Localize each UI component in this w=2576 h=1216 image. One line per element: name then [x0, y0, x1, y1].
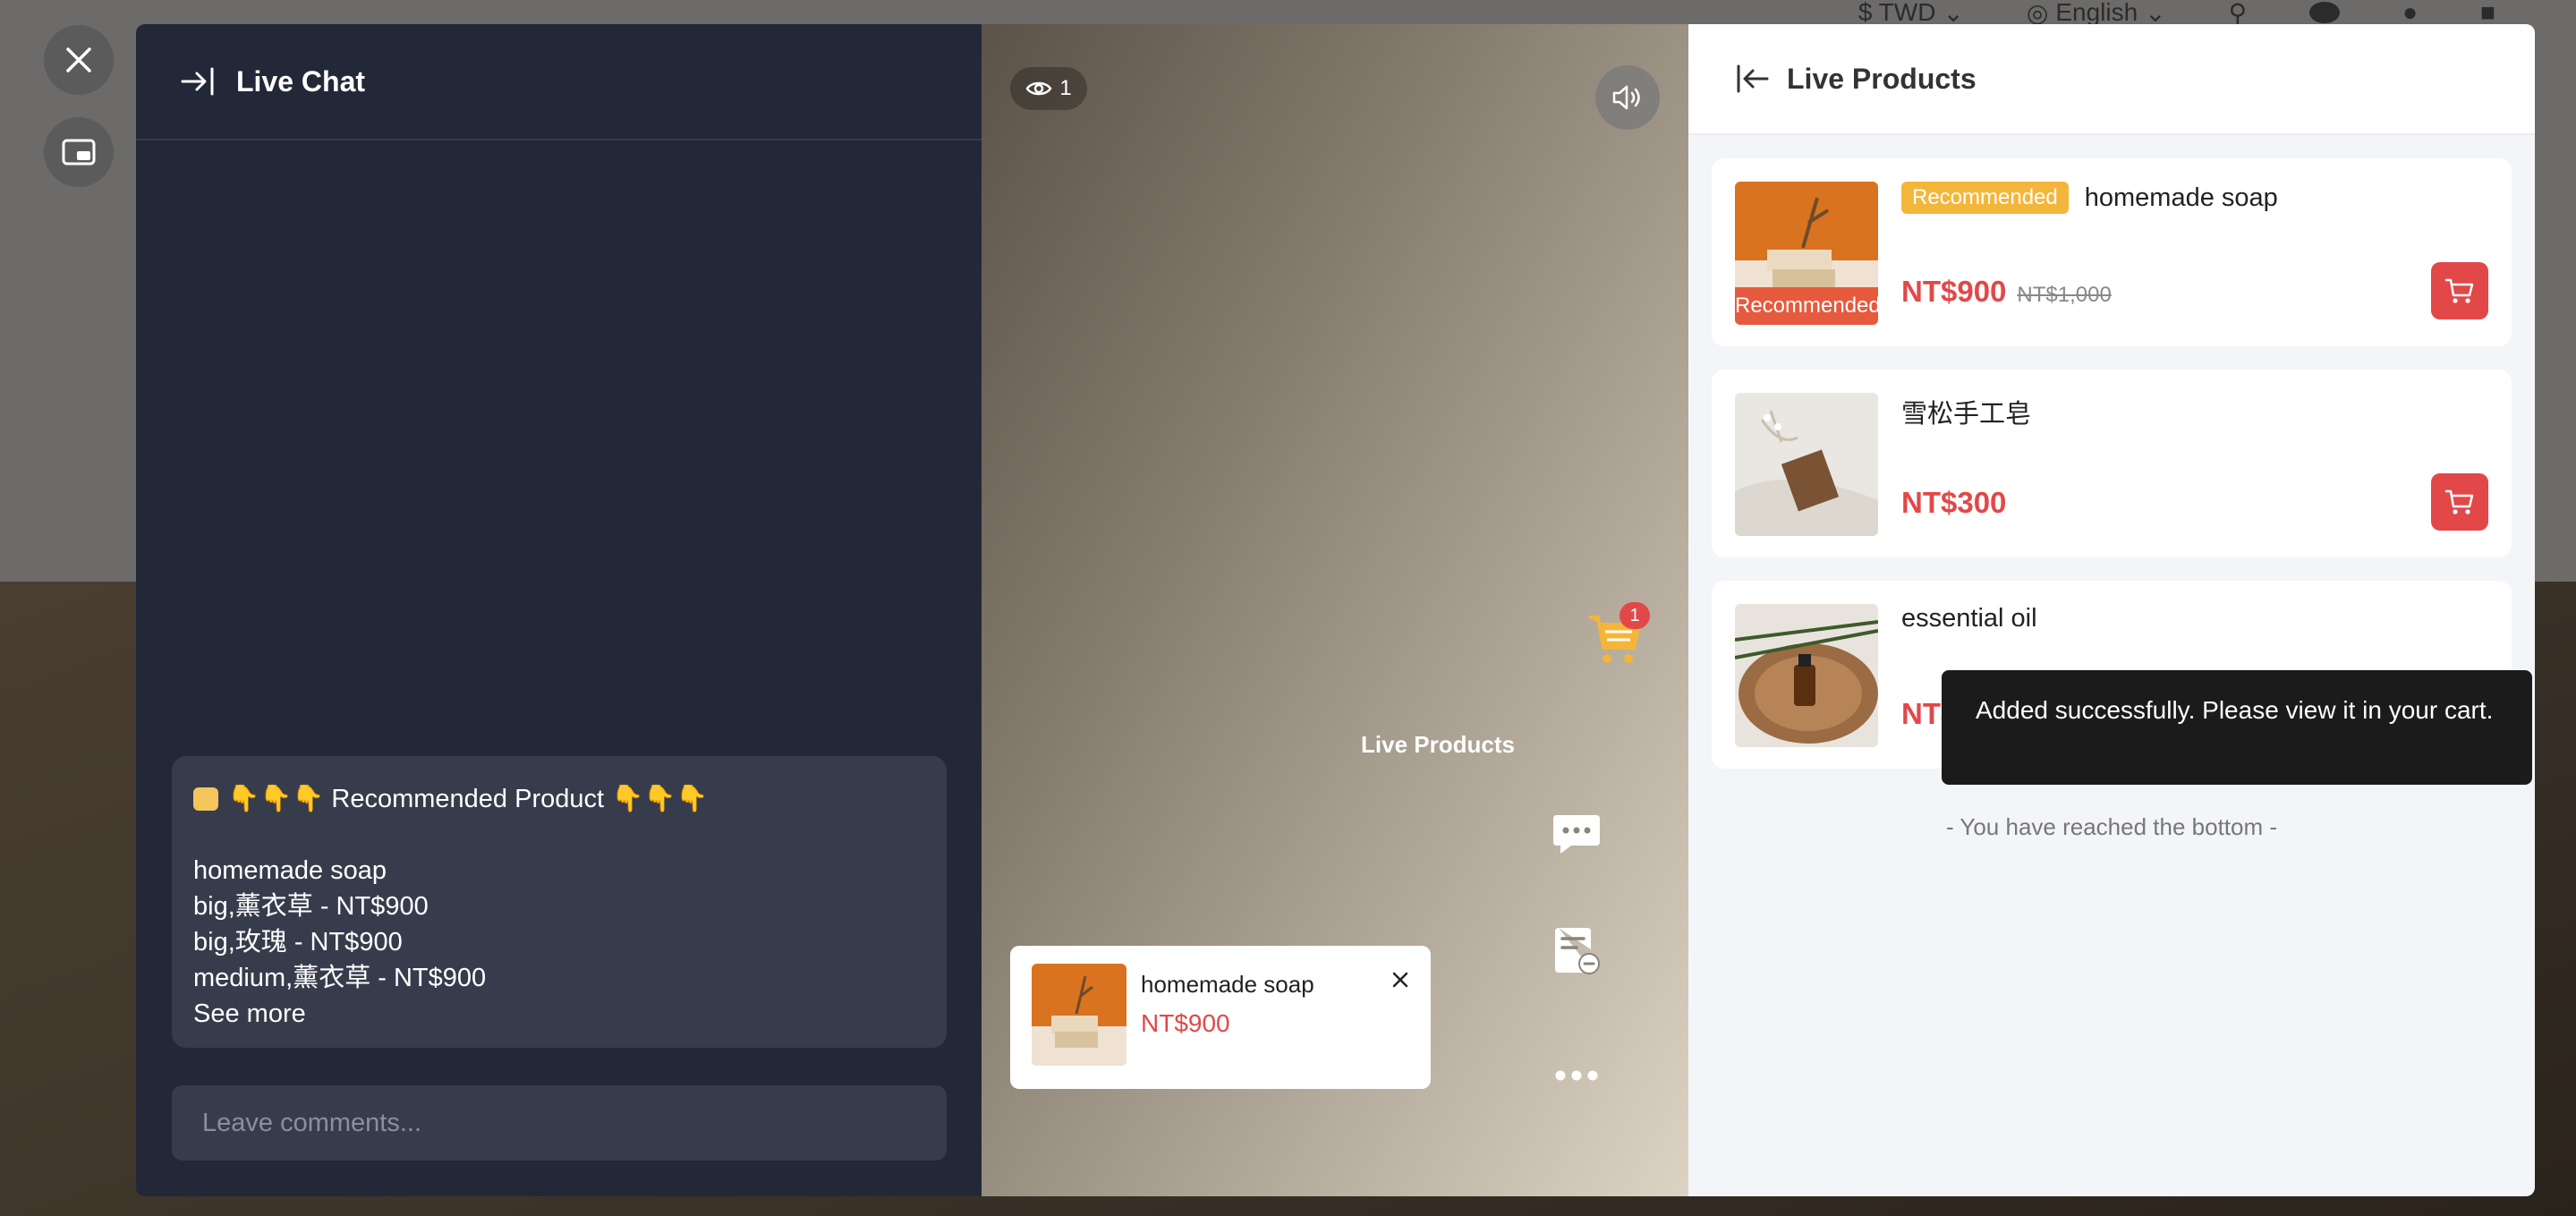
- live-chat-panel: Live Chat 👇👇👇 Recommended Product 👇👇👇 ho…: [136, 24, 982, 1196]
- message-line: homemade soap: [193, 856, 387, 885]
- chat-message: 👇👇👇 Recommended Product 👇👇👇 homemade soa…: [172, 756, 947, 1048]
- product-image: [1735, 393, 1878, 536]
- popup-product-name: homemade soap: [1141, 971, 1314, 998]
- cart-count-badge: 1: [1620, 602, 1650, 629]
- message-icon[interactable]: [2309, 2, 2341, 23]
- product-price: NT$900: [1901, 275, 2007, 308]
- product-name: 雪松手工皂: [1901, 400, 2032, 429]
- live-products-panel: Live Products Recommended Prod Recommend…: [1688, 24, 2535, 1196]
- live-products-label: Live Products: [1361, 731, 1515, 758]
- currency-selector[interactable]: $ TWD ⌄: [1858, 0, 1964, 28]
- viewer-count-badge: 1: [1010, 67, 1087, 110]
- order-notes-button[interactable]: [1545, 919, 1608, 982]
- chat-bubble-button[interactable]: [1545, 803, 1608, 865]
- recommended-badge: Recommended: [1901, 182, 2069, 214]
- message-line: big,薰衣草 - NT$900: [193, 892, 429, 921]
- product-name: homemade soap: [2084, 183, 2278, 212]
- thumb-overlay-label: Recommended Prod: [1735, 287, 1878, 325]
- collapse-chat-icon[interactable]: [181, 65, 217, 98]
- chat-bubble-icon: [1553, 815, 1600, 854]
- user-icon[interactable]: ●: [2402, 0, 2418, 27]
- product-card[interactable]: Recommended Prod Recommended homemade so…: [1712, 158, 2512, 346]
- product-original-price: NT$1,000: [2017, 283, 2112, 307]
- close-button[interactable]: [44, 25, 114, 95]
- viewer-count: 1: [1059, 76, 1072, 100]
- more-options-button[interactable]: [1545, 1044, 1608, 1107]
- message-header-text: 👇👇👇 Recommended Product 👇👇👇: [227, 785, 709, 813]
- add-to-cart-button[interactable]: [2431, 473, 2488, 531]
- live-stream-modal: Live Chat 👇👇👇 Recommended Product 👇👇👇 ho…: [136, 24, 2535, 1196]
- popup-product-price: NT$900: [1141, 1009, 1230, 1037]
- products-header: Live Products: [1688, 24, 2535, 135]
- language-selector[interactable]: ◎ English ⌄: [2027, 0, 2166, 28]
- picture-in-picture-button[interactable]: [44, 117, 114, 187]
- cart-icon: [2444, 278, 2474, 303]
- collapse-products-icon[interactable]: [1735, 63, 1769, 95]
- more-dots-icon: [1555, 1070, 1598, 1081]
- cart-button[interactable]: 1: [1578, 602, 1650, 674]
- cart-icon: [2444, 489, 2474, 514]
- see-more-link[interactable]: See more: [193, 996, 925, 1032]
- featured-product-popup[interactable]: homemade soap NT$900: [1010, 946, 1431, 1089]
- sound-toggle-button[interactable]: [1595, 65, 1660, 130]
- chat-header: Live Chat: [136, 24, 982, 140]
- product-image: [1735, 604, 1878, 747]
- product-price: NT$300: [1901, 486, 2007, 519]
- speaker-icon: [1612, 85, 1640, 110]
- message-header: 👇👇👇 Recommended Product 👇👇👇: [193, 781, 925, 817]
- notes-icon: [1555, 928, 1600, 974]
- eye-icon: [1025, 81, 1052, 96]
- message-line: medium,薰衣草 - NT$900: [193, 964, 487, 992]
- chat-title: Live Chat: [236, 64, 366, 98]
- background-header: $ TWD ⌄ ◎ English ⌄ ⚲ ● ■: [1858, 0, 2576, 28]
- message-line: big,玫瑰 - NT$900: [193, 928, 403, 957]
- live-video: 1 1 Live Products homemade soap NT$900: [982, 24, 1796, 1196]
- product-image: Recommended Prod: [1735, 182, 1878, 325]
- products-title: Live Products: [1787, 62, 1977, 95]
- product-name: essential oil: [1901, 604, 2037, 633]
- shopping-bag-icon[interactable]: ■: [2480, 0, 2495, 27]
- added-to-cart-toast: Added successfully. Please view it in yo…: [1942, 670, 2532, 785]
- end-of-list-note: - You have reached the bottom -: [1945, 813, 2278, 840]
- search-icon[interactable]: ⚲: [2229, 0, 2248, 28]
- picture-in-picture-icon: [62, 139, 96, 166]
- close-icon[interactable]: [1390, 969, 1411, 991]
- add-to-cart-button[interactable]: [2431, 262, 2488, 319]
- product-card[interactable]: 雪松手工皂 NT$300: [1712, 370, 2512, 557]
- popup-product-image: [1032, 964, 1126, 1066]
- close-icon: [66, 47, 91, 72]
- announcement-icon: [193, 787, 218, 811]
- comment-input[interactable]: [172, 1085, 947, 1161]
